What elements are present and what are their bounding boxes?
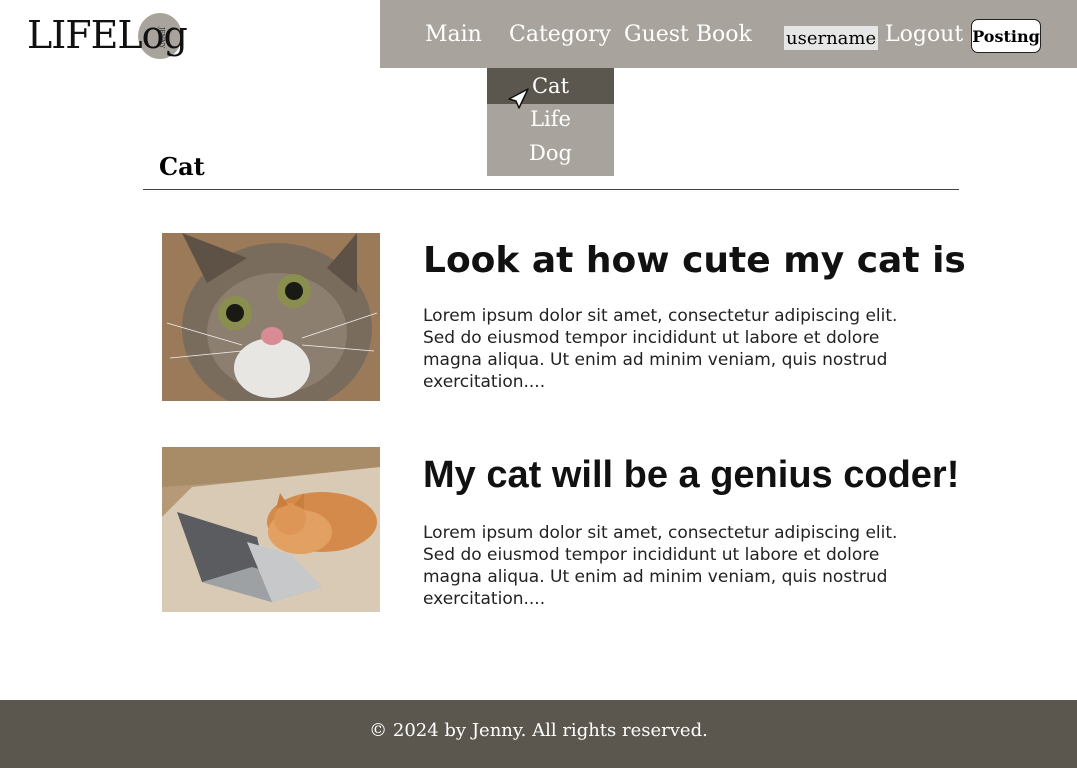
site-logo[interactable]: LIFELog JENNY — [27, 10, 188, 60]
logo-tag: JENNY — [158, 27, 165, 49]
post-thumbnail-cat-closeup[interactable] — [162, 233, 380, 401]
post-title[interactable]: Look at how cute my cat is — [423, 240, 966, 281]
dropdown-item-dog[interactable]: Dog — [487, 136, 614, 170]
title-divider — [143, 189, 959, 190]
post-title[interactable]: My cat will be a genius coder! — [423, 454, 959, 497]
mouse-cursor-icon — [508, 88, 529, 109]
cat-laptop-image — [162, 447, 380, 612]
nav-logout[interactable]: Logout — [885, 22, 963, 47]
post-excerpt: Lorem ipsum dolor sit amet, consectetur … — [423, 306, 898, 392]
posting-button[interactable]: Posting — [971, 19, 1041, 53]
nav-guest-book[interactable]: Guest Book — [624, 22, 752, 47]
username-label: username — [784, 26, 879, 50]
post-thumbnail-cat-laptop[interactable] — [162, 447, 380, 612]
page-title: Cat — [159, 152, 205, 181]
dropdown-item-life[interactable]: Life — [487, 102, 614, 136]
nav-category[interactable]: Category — [509, 22, 611, 47]
nav-main[interactable]: Main — [425, 22, 482, 47]
cat-face-image — [162, 233, 380, 401]
post-excerpt: Lorem ipsum dolor sit amet, consectetur … — [423, 523, 898, 609]
footer-copyright: © 2024 by Jenny. All rights reserved. — [369, 720, 708, 741]
footer: © 2024 by Jenny. All rights reserved. — [0, 700, 1077, 768]
dropdown-item-cat[interactable]: Cat — [487, 68, 614, 104]
top-nav: Main Category Guest Book username Logout… — [380, 0, 1077, 68]
category-dropdown: Cat Life Dog — [487, 68, 614, 176]
